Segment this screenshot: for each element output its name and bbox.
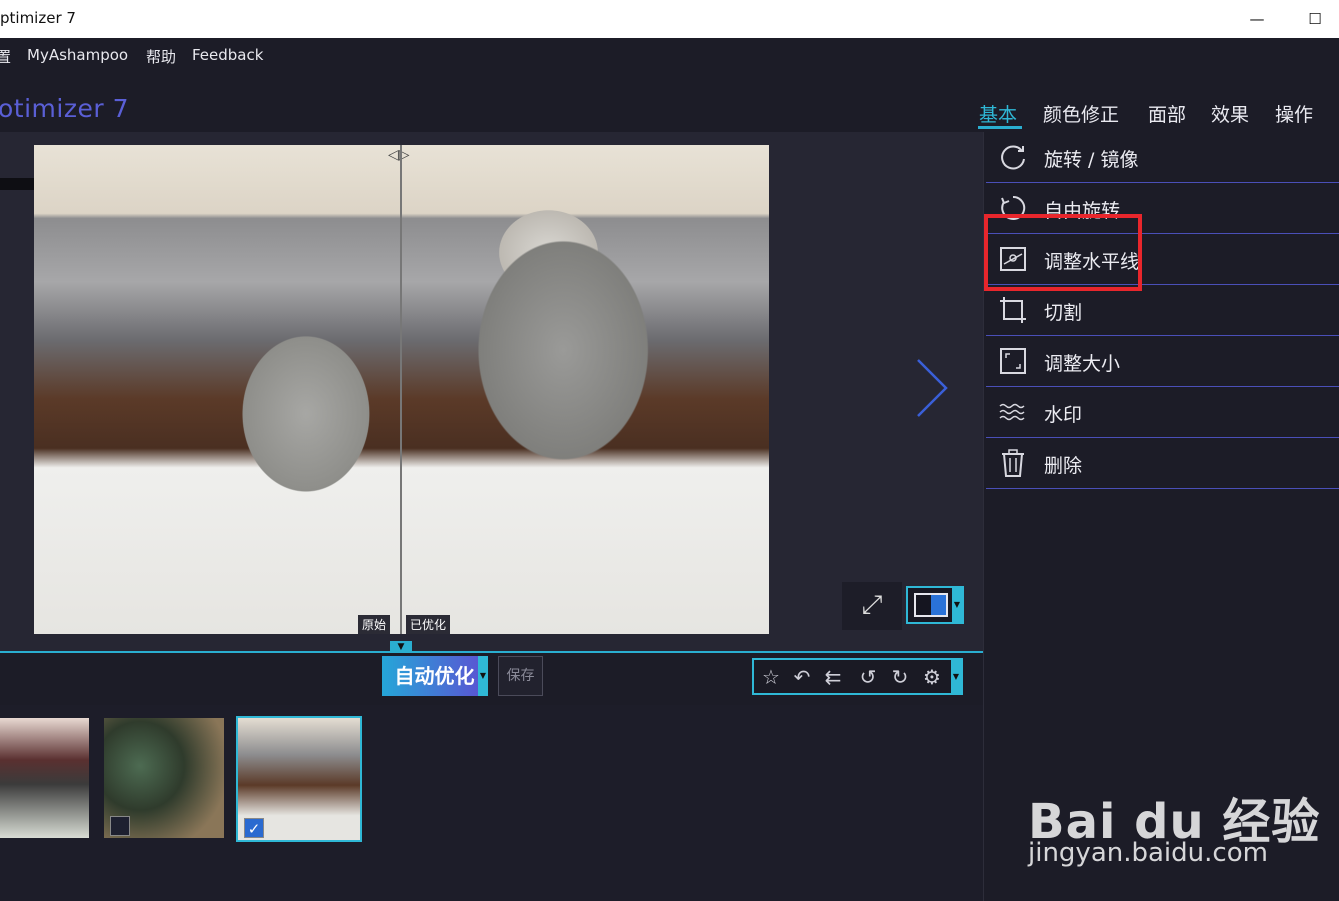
tab-face[interactable]: 面部 xyxy=(1148,100,1186,127)
photo-preview[interactable]: ◁▷ 原始 已优化 xyxy=(34,145,769,634)
thumbnail-checkbox[interactable] xyxy=(110,816,130,836)
tool-label: 调整大小 xyxy=(1044,353,1121,375)
tool-label: 旋转 / 镜像 xyxy=(1044,149,1139,171)
split-handle-icon[interactable]: ◁▷ xyxy=(388,147,410,163)
compare-mode-button[interactable]: ▼ xyxy=(906,586,964,624)
split-view-icon xyxy=(914,593,948,617)
window-titlebar: ptimizer 7 — ☐ xyxy=(0,0,1339,38)
auto-optimize-button[interactable]: 自动优化 xyxy=(382,656,487,696)
tool-label: 水印 xyxy=(1044,404,1083,426)
tool-rotate-mirror[interactable]: 旋转 / 镜像 xyxy=(986,132,1339,183)
expand-icon: ⤢ xyxy=(861,590,883,620)
compare-split-line[interactable] xyxy=(400,145,402,634)
tab-operations[interactable]: 操作 xyxy=(1275,100,1313,127)
undo-all-icon[interactable]: ⇇ xyxy=(818,663,848,691)
maximize-icon[interactable]: ☐ xyxy=(1302,6,1328,32)
menu-help[interactable]: 帮助 xyxy=(146,46,176,67)
rotate-right-90-icon[interactable]: ↻ xyxy=(885,663,915,691)
tool-watermark[interactable]: 水印 xyxy=(986,387,1339,438)
compare-dropdown-icon[interactable]: ▼ xyxy=(952,588,962,622)
app-header: otimizer 7 基本 颜色修正 面部 效果 操作 xyxy=(0,74,1339,132)
auto-optimize-dropdown-icon[interactable]: ▼ xyxy=(478,656,488,696)
bottom-toolbar: 自动优化 ▼ 保存 ☆ ↶ ⇇ ↺ ↻ ⚙ ▼ xyxy=(0,653,983,705)
next-image-button[interactable] xyxy=(912,358,952,418)
tool-delete[interactable]: 删除 xyxy=(986,438,1339,489)
rotate-mirror-icon xyxy=(1001,145,1025,170)
watermark-url: jingyan.baidu.com xyxy=(1028,838,1268,868)
favorite-stars-icon[interactable]: ☆ xyxy=(756,663,786,691)
tool-resize[interactable]: 调整大小 xyxy=(986,336,1339,387)
settings-gear-icon[interactable]: ⚙ xyxy=(917,663,947,691)
active-tab-indicator xyxy=(978,126,1022,129)
minimize-icon[interactable]: — xyxy=(1244,6,1270,32)
chevron-right-icon xyxy=(917,359,948,417)
thumbnail-checkbox-checked[interactable]: ✓ xyxy=(244,818,264,838)
label-optimized: 已优化 xyxy=(406,615,451,634)
undo-icon[interactable]: ↶ xyxy=(787,663,817,691)
menu-myashampoo[interactable]: MyAshampoo xyxy=(27,46,128,64)
fullscreen-button[interactable]: ⤢ xyxy=(842,582,902,630)
tool-label: 切割 xyxy=(1044,302,1083,324)
thumbnail-street[interactable] xyxy=(0,718,89,838)
thumbnail-aerial[interactable] xyxy=(104,718,224,838)
label-original: 原始 xyxy=(358,615,391,634)
menu-bar: 置 MyAshampoo 帮助 Feedback xyxy=(0,38,1339,74)
tool-label: 删除 xyxy=(1044,455,1083,477)
baidu-watermark: Bai du 经验 jingyan.baidu.com xyxy=(1028,752,1328,882)
action-toolbar: ☆ ↶ ⇇ ↺ ↻ ⚙ ▼ xyxy=(752,658,963,695)
tab-basic[interactable]: 基本 xyxy=(979,100,1017,127)
menu-feedback[interactable]: Feedback xyxy=(192,46,263,64)
tool-crop[interactable]: 切割 xyxy=(986,285,1339,336)
tab-effects[interactable]: 效果 xyxy=(1211,100,1249,127)
rotate-left-90-icon[interactable]: ↺ xyxy=(853,663,883,691)
tab-color-correction[interactable]: 颜色修正 xyxy=(1043,100,1119,127)
trash-icon xyxy=(1002,449,1024,477)
filmstrip: ✓ xyxy=(0,705,983,901)
watermark-icon xyxy=(999,403,1025,421)
collapse-chevron-icon[interactable]: ▼ xyxy=(390,641,412,653)
resize-icon xyxy=(1000,348,1026,374)
save-button[interactable]: 保存 xyxy=(498,656,543,696)
annotation-highlight-box xyxy=(984,214,1142,291)
window-title: ptimizer 7 xyxy=(0,9,76,27)
menu-settings[interactable]: 置 xyxy=(0,46,11,67)
crop-icon xyxy=(1000,297,1026,323)
actions-dropdown-icon[interactable]: ▼ xyxy=(951,660,961,693)
app-title: otimizer 7 xyxy=(0,94,129,123)
thumbnail-kitchen[interactable]: ✓ xyxy=(236,716,362,842)
